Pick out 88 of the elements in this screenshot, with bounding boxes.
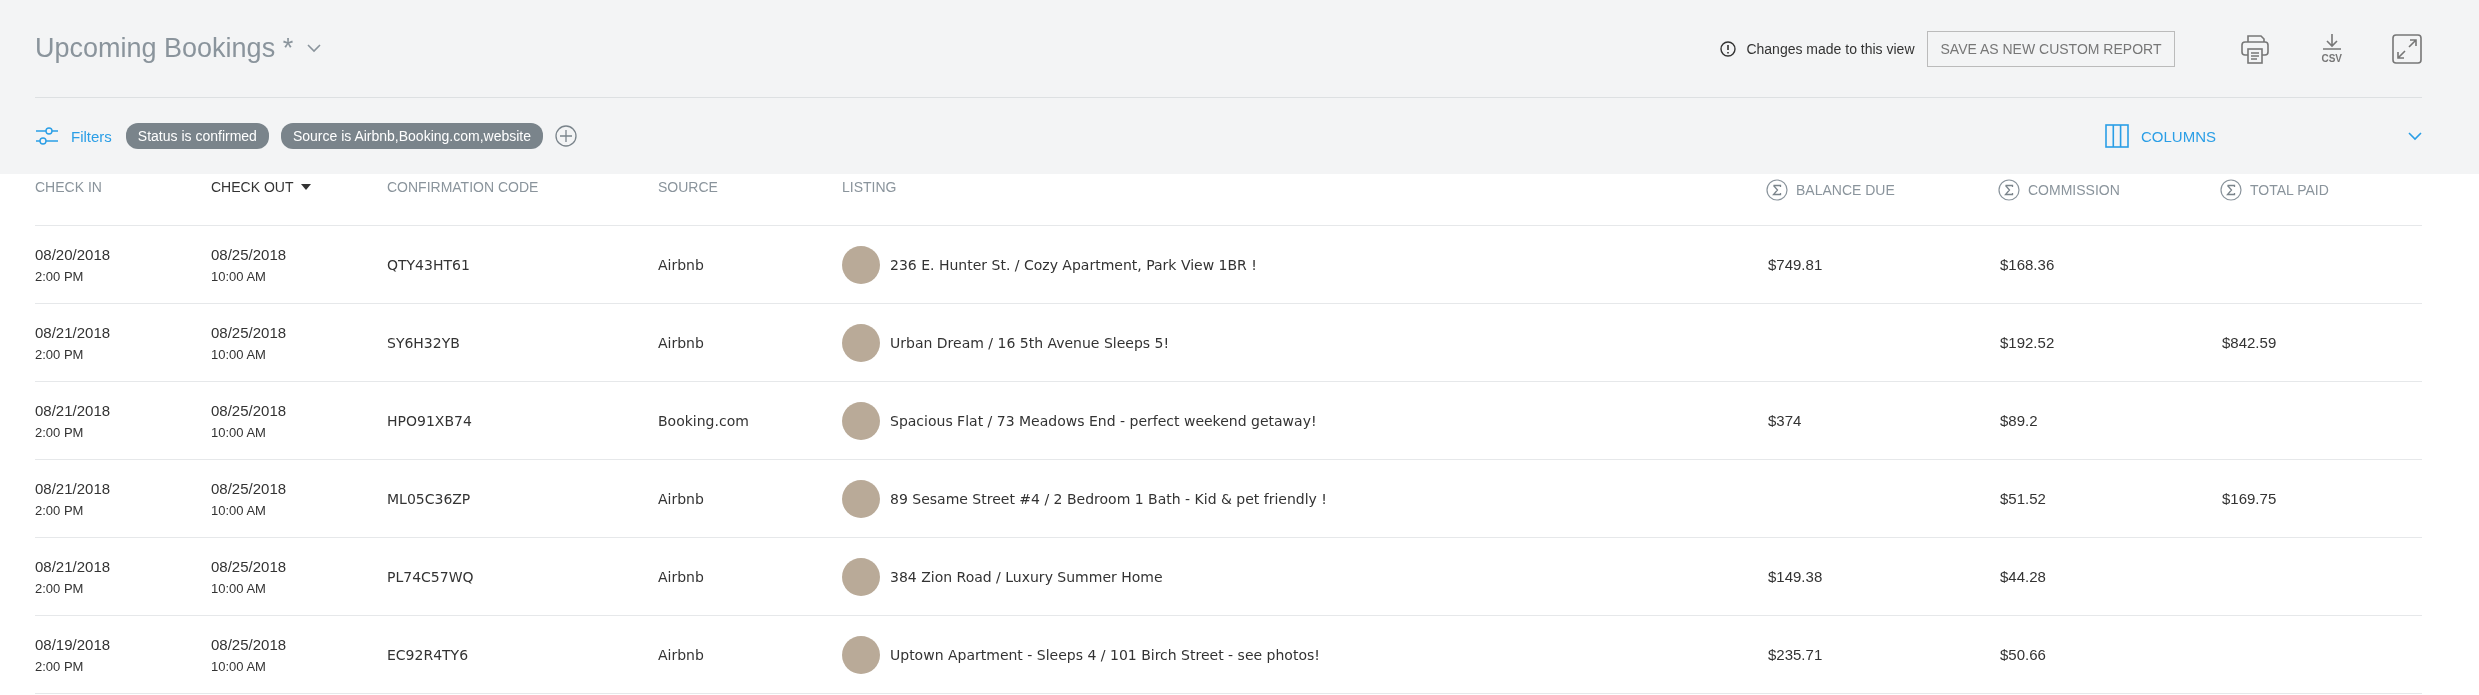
- chevron-down-icon[interactable]: [307, 44, 322, 53]
- photo-placeholder: [842, 635, 880, 674]
- total-paid-cell: $842.59: [2222, 334, 2277, 351]
- check-out-date: 08/25/2018: [211, 557, 287, 575]
- check-out-date: 08/25/2018: [211, 245, 287, 263]
- listing-name[interactable]: 236 E. Hunter St. / Cozy Apartment, Park View 1BR !: [890, 256, 1257, 273]
- sum-icon[interactable]: [2220, 179, 2242, 201]
- balance-due-cell: $374: [1768, 412, 1802, 429]
- sum-icon[interactable]: [1998, 179, 2020, 201]
- add-filter-icon[interactable]: [555, 125, 578, 147]
- check-out-time: 10:00 AM: [211, 580, 266, 596]
- commission-cell: $50.66: [2000, 646, 2046, 663]
- commission-cell: $44.28: [2000, 568, 2046, 585]
- check-out-time: 10:00 AM: [211, 268, 266, 284]
- chevron-down-icon[interactable]: [2408, 131, 2422, 141]
- source-cell: Airbnb: [658, 490, 704, 507]
- listing-name[interactable]: 384 Zion Road / Luxury Summer Home: [890, 568, 1163, 585]
- check-out-time: 10:00 AM: [211, 346, 266, 362]
- column-header[interactable]: CONFIRMATION CODE: [387, 179, 539, 195]
- check-out-date: 08/25/2018: [211, 323, 287, 341]
- source-cell: Airbnb: [658, 646, 704, 663]
- check-in-time: 2:00 PM: [35, 502, 84, 518]
- commission-cell: $168.36: [2000, 256, 2055, 273]
- check-in-time: 2:00 PM: [35, 268, 84, 284]
- total-paid-cell: $169.75: [2222, 490, 2277, 507]
- check-out-date: 08/25/2018: [211, 401, 287, 419]
- sort-caret-icon[interactable]: [301, 184, 312, 190]
- photo-placeholder: [842, 323, 880, 362]
- column-header[interactable]: BALANCE DUE: [1796, 182, 1895, 198]
- commission-cell: $192.52: [2000, 334, 2055, 351]
- confirmation-code: QTY43HT61: [387, 256, 470, 273]
- check-in-date: 08/19/2018: [35, 635, 111, 653]
- listing-name[interactable]: Spacious Flat / 73 Meadows End - perfect weekend getaway!: [890, 412, 1317, 429]
- listing-name[interactable]: 89 Sesame Street #4 / 2 Bedroom 1 Bath - Kid & pet friendly !: [890, 490, 1327, 507]
- commission-cell: $89.2: [2000, 412, 2038, 429]
- balance-due-cell: $149.38: [1768, 568, 1823, 585]
- info-icon: [1720, 40, 1737, 57]
- save-report-button[interactable]: SAVE AS NEW CUSTOM REPORT: [1926, 30, 2176, 67]
- csv-download-button[interactable]: CSV: [2321, 33, 2342, 64]
- confirmation-code: EC92R4TY6: [387, 646, 469, 663]
- report-title: Upcoming Bookings *: [35, 33, 294, 64]
- check-in-time: 2:00 PM: [35, 346, 84, 362]
- source-cell: Airbnb: [658, 334, 704, 351]
- filter-chip[interactable]: Status is confirmed: [125, 123, 269, 149]
- check-in-date: 08/21/2018: [35, 401, 111, 419]
- check-in-date: 08/20/2018: [35, 245, 111, 263]
- confirmation-code: HPO91XB74: [387, 412, 472, 429]
- confirmation-code: SY6H32YB: [387, 334, 460, 351]
- filters-link[interactable]: Filters: [71, 127, 112, 145]
- photo-placeholder: [842, 557, 880, 596]
- photo-placeholder: [842, 479, 880, 518]
- expand-icon[interactable]: [2392, 33, 2422, 64]
- column-header[interactable]: CHECK OUT: [211, 179, 294, 195]
- column-header[interactable]: COMMISSION: [2028, 182, 2120, 198]
- check-out-date: 08/25/2018: [211, 635, 287, 653]
- changes-notice: Changes made to this view: [1746, 40, 1915, 57]
- listing-name[interactable]: Uptown Apartment - Sleeps 4 / 101 Birch Street - see photos!: [890, 646, 1320, 663]
- balance-due-cell: $235.71: [1768, 646, 1823, 663]
- source-cell: Airbnb: [658, 568, 704, 585]
- check-out-time: 10:00 AM: [211, 502, 266, 518]
- check-out-time: 10:00 AM: [211, 424, 266, 440]
- confirmation-code: ML05C36ZP: [387, 490, 471, 507]
- check-out-date: 08/25/2018: [211, 479, 287, 497]
- check-in-time: 2:00 PM: [35, 424, 84, 440]
- check-out-time: 10:00 AM: [211, 658, 266, 674]
- confirmation-code: PL74C57WQ: [387, 568, 474, 585]
- check-in-date: 08/21/2018: [35, 479, 111, 497]
- check-in-date: 08/21/2018: [35, 557, 111, 575]
- column-header[interactable]: SOURCE: [658, 179, 718, 195]
- commission-cell: $51.52: [2000, 490, 2046, 507]
- sliders-icon[interactable]: [35, 127, 59, 145]
- print-icon[interactable]: [2239, 32, 2272, 65]
- check-in-time: 2:00 PM: [35, 580, 84, 596]
- filter-chip[interactable]: Source is Airbnb,Booking.com,website: [280, 123, 544, 149]
- column-header[interactable]: CHECK IN: [35, 179, 102, 195]
- column-header[interactable]: LISTING: [842, 179, 897, 195]
- check-in-date: 08/21/2018: [35, 323, 111, 341]
- columns-icon[interactable]: [2105, 124, 2129, 148]
- column-header[interactable]: TOTAL PAID: [2250, 182, 2329, 198]
- source-cell: Airbnb: [658, 256, 704, 273]
- photo-placeholder: [842, 401, 880, 440]
- check-in-time: 2:00 PM: [35, 658, 84, 674]
- columns-button[interactable]: COLUMNS: [2141, 127, 2216, 145]
- photo-placeholder: [842, 245, 880, 284]
- listing-name[interactable]: Urban Dream / 16 5th Avenue Sleeps 5!: [890, 334, 1170, 351]
- balance-due-cell: $749.81: [1768, 256, 1823, 273]
- sum-icon[interactable]: [1766, 179, 1788, 201]
- source-cell: Booking.com: [658, 412, 749, 429]
